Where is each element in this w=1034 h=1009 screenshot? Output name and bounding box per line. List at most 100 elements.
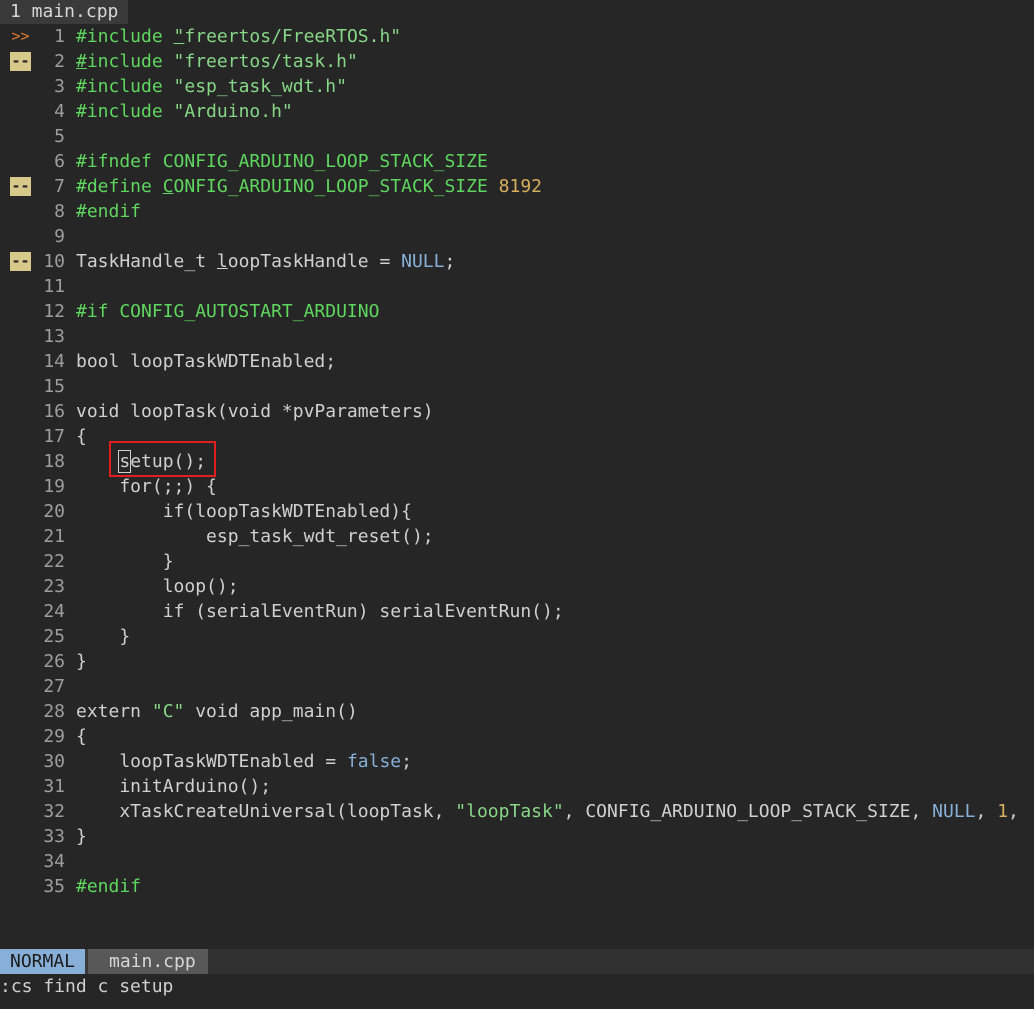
code-line[interactable]: 15 — [0, 374, 1034, 399]
status-filename: main.cpp — [88, 949, 208, 974]
code-line[interactable]: 34 — [0, 849, 1034, 874]
code-line[interactable]: 5 — [0, 124, 1034, 149]
code-line[interactable]: >> 1 #include "freertos/FreeRTOS.h" — [0, 24, 1034, 49]
command-line[interactable]: :cs find c setup — [0, 974, 1034, 999]
code-token: #include — [76, 76, 174, 97]
code-line[interactable]: 24 if (serialEventRun) serialEventRun(); — [0, 599, 1034, 624]
statusline-fill — [208, 949, 1034, 974]
code-line[interactable]: 27 — [0, 674, 1034, 699]
code-line[interactable]: 3 #include "esp_task_wdt.h" — [0, 74, 1034, 99]
code-line[interactable]: 31 initArduino(); — [0, 774, 1034, 799]
code-token: extern — [76, 701, 152, 722]
code-line[interactable]: 11 — [0, 274, 1034, 299]
code-line[interactable]: 19 for(;;) { — [0, 474, 1034, 499]
code-line[interactable]: 16 void loopTask(void *pvParameters) — [0, 399, 1034, 424]
code-text: TaskHandle_t loopTaskHandle = NULL; — [76, 249, 455, 274]
code-line[interactable]: 32 xTaskCreateUniversal(loopTask, "loopT… — [0, 799, 1034, 824]
code-token: #include — [76, 101, 174, 122]
code-text: #if CONFIG_AUTOSTART_ARDUINO — [76, 299, 379, 324]
code-text: { — [76, 724, 87, 749]
code-text: #endif — [76, 199, 141, 224]
line-number: 22 — [43, 551, 65, 572]
line-number: 2 — [54, 51, 65, 72]
code-token: initArduino(); — [76, 776, 272, 797]
code-token: false — [346, 751, 402, 772]
code-text: if (serialEventRun) serialEventRun(); — [76, 599, 564, 624]
code-line[interactable]: 17 { — [0, 424, 1034, 449]
code-line[interactable]: 6 #ifndef CONFIG_ARDUINO_LOOP_STACK_SIZE — [0, 149, 1034, 174]
code-token: "esp_task_wdt.h" — [173, 76, 347, 97]
code-line[interactable]: 28 extern "C" void app_main() — [0, 699, 1034, 724]
line-number: 12 — [43, 301, 65, 322]
code-token: esp_task_wdt_reset(); — [76, 526, 434, 547]
code-line[interactable]: 18 setup(); — [0, 449, 1034, 474]
code-line[interactable]: 35 #endif — [0, 874, 1034, 899]
code-token: loop(); — [76, 576, 239, 597]
code-line[interactable]: 25 } — [0, 624, 1034, 649]
code-line[interactable]: 33} — [0, 824, 1034, 849]
code-token: bool loopTaskWDTEnabled; — [76, 351, 337, 372]
code-text: if(loopTaskWDTEnabled){ — [76, 499, 412, 524]
code-line[interactable]: 13 — [0, 324, 1034, 349]
code-text: #include "esp_task_wdt.h" — [76, 74, 347, 99]
code-line[interactable]: -- 7 #define CONFIG_ARDUINO_LOOP_STACK_SIZ… — [0, 174, 1034, 199]
code-text: bool loopTaskWDTEnabled; — [76, 349, 336, 374]
line-number: 7 — [54, 176, 65, 197]
line-number: 1 — [54, 26, 65, 47]
tabline: 1 main.cpp — [0, 0, 1034, 24]
line-number: 29 — [43, 726, 65, 747]
code-token: ; — [401, 751, 412, 772]
code-line[interactable]: 9 — [0, 224, 1034, 249]
code-token: if (serialEventRun) serialEventRun(); — [76, 601, 564, 622]
code-token: , CONFIG_ARDUINO_LOOP_STACK_SIZE, — [563, 801, 933, 822]
code-line[interactable]: 14 bool loopTaskWDTEnabled; — [0, 349, 1034, 374]
code-line[interactable]: 21 esp_task_wdt_reset(); — [0, 524, 1034, 549]
code-line[interactable]: -- 10 TaskHandle_t loopTaskHandle = NULL; — [0, 249, 1034, 274]
line-number: 32 — [43, 801, 65, 822]
code-line[interactable]: 22 } — [0, 549, 1034, 574]
line-number: 35 — [43, 876, 65, 897]
code-line[interactable]: 23 loop(); — [0, 574, 1034, 599]
code-line[interactable]: 12 #if CONFIG_AUTOSTART_ARDUINO — [0, 299, 1034, 324]
code-line[interactable]: 26} — [0, 649, 1034, 674]
code-text: xTaskCreateUniversal(loopTask, "loopTask… — [76, 799, 1019, 824]
line-number: 27 — [43, 676, 65, 697]
code-line[interactable]: -- 2 #include "freertos/task.h" — [0, 49, 1034, 74]
line-number: 13 — [43, 326, 65, 347]
line-number: 3 — [54, 76, 65, 97]
code-token: include — [86, 51, 174, 72]
code-token: xTaskCreateUniversal(loopTask, — [76, 801, 456, 822]
code-token: # — [76, 51, 87, 72]
code-token: NULL — [932, 801, 976, 822]
line-number: 16 — [43, 401, 65, 422]
line-number: 4 — [54, 101, 65, 122]
code-line[interactable]: 8 #endif — [0, 199, 1034, 224]
code-text: setup(); — [76, 449, 206, 474]
code-text: loop(); — [76, 574, 239, 599]
code-line[interactable]: 30 loopTaskWDTEnabled = false; — [0, 749, 1034, 774]
line-number: 31 — [43, 776, 65, 797]
code-line[interactable]: 20 if(loopTaskWDTEnabled){ — [0, 499, 1034, 524]
editor-pane[interactable]: >> 1 #include "freertos/FreeRTOS.h" -- 2 #inc… — [0, 24, 1034, 949]
code-line[interactable]: 29 { — [0, 724, 1034, 749]
code-token: C — [162, 176, 174, 197]
code-token: 8192 — [498, 176, 543, 197]
code-text: #include "freertos/task.h" — [76, 49, 358, 74]
code-text: void loopTask(void *pvParameters) — [76, 399, 434, 424]
line-number: 26 — [43, 651, 65, 672]
code-text: loopTaskWDTEnabled = false; — [76, 749, 412, 774]
code-text: #include "freertos/FreeRTOS.h" — [76, 24, 401, 49]
code-line[interactable]: 4 #include "Arduino.h" — [0, 99, 1034, 124]
tab-main-cpp[interactable]: 1 main.cpp — [0, 0, 129, 24]
code-text: } — [76, 649, 87, 674]
mode-indicator: NORMAL — [0, 949, 86, 974]
line-number: 6 — [54, 151, 65, 172]
current-line-arrow-icon: >> — [11, 27, 30, 45]
code-token: NULL — [401, 251, 445, 272]
code-text: #include "Arduino.h" — [76, 99, 293, 124]
line-number: 8 — [54, 201, 65, 222]
code-token: "C" — [151, 701, 185, 722]
line-number: 23 — [43, 576, 65, 597]
change-sign-icon: -- — [10, 52, 31, 71]
